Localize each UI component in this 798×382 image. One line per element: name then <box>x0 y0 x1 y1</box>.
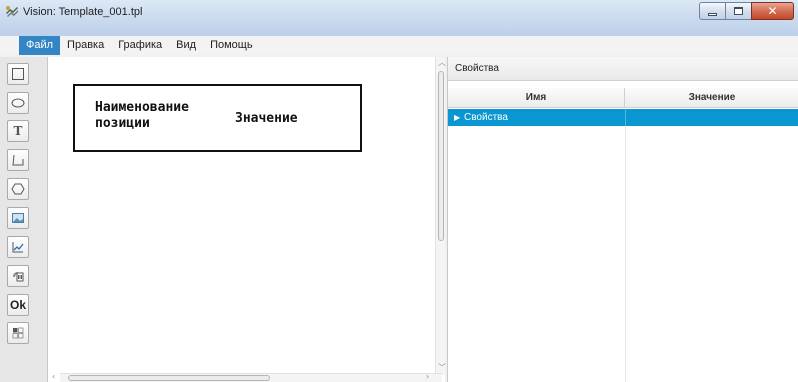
tool-strip: T Ok <box>0 57 47 382</box>
image-icon <box>12 213 24 223</box>
properties-panel: Свойства Имя Значение ▶ Свойства <box>447 57 798 382</box>
menu-bar: Файл Правка Графика Вид Помощь <box>0 36 798 55</box>
close-icon: ✕ <box>767 4 778 18</box>
vertical-scrollbar[interactable]: ︿ ﹀ <box>435 57 446 375</box>
horizontal-scroll-thumb[interactable] <box>68 375 270 381</box>
scroll-right-icon[interactable]: › <box>426 372 429 381</box>
chart-tool[interactable] <box>7 236 29 258</box>
menu-edit[interactable]: Правка <box>60 36 111 55</box>
row-column-separator <box>625 109 626 126</box>
rectangle-tool[interactable] <box>7 63 29 85</box>
column-name-header[interactable]: Имя <box>448 88 625 108</box>
minimize-icon <box>708 12 717 16</box>
properties-title: Свойства <box>448 57 798 81</box>
design-canvas[interactable]: Наименование позиции Значение ︿ ﹀ ‹ › <box>47 57 446 382</box>
column-value-header[interactable]: Значение <box>625 88 798 108</box>
scroll-left-icon[interactable]: ‹ <box>52 372 55 381</box>
vertical-scroll-thumb[interactable] <box>438 71 444 241</box>
barcode-icon <box>13 272 24 282</box>
menu-file[interactable]: Файл <box>19 36 61 55</box>
menu-graphics[interactable]: Графика <box>111 36 169 55</box>
close-button[interactable]: ✕ <box>751 2 794 20</box>
horizontal-scrollbar[interactable]: ‹ › <box>52 372 442 382</box>
ok-button-tool[interactable]: Ok <box>7 294 29 316</box>
ellipse-tool[interactable] <box>7 92 29 114</box>
app-logo-icon <box>4 4 20 20</box>
grid-tool[interactable] <box>7 322 29 344</box>
text-tool[interactable]: T <box>7 120 29 142</box>
item-name-label: Наименование позиции <box>95 100 189 131</box>
polyline-tool[interactable] <box>7 149 29 171</box>
polyline-icon <box>12 154 24 166</box>
window-title: Vision: Template_001.tpl <box>23 6 143 18</box>
scroll-up-icon[interactable]: ︿ <box>438 57 446 68</box>
polygon-tool[interactable] <box>7 178 29 200</box>
image-tool[interactable] <box>7 207 29 229</box>
maximize-button[interactable] <box>725 2 751 20</box>
expand-arrow-icon[interactable]: ▶ <box>454 109 460 126</box>
property-row-selected[interactable]: ▶ Свойства <box>448 109 798 126</box>
chart-icon <box>12 242 24 253</box>
menu-view[interactable]: Вид <box>169 36 203 55</box>
rectangle-icon <box>12 68 24 80</box>
grid-icon <box>12 327 24 339</box>
value-label: Значение <box>235 111 298 126</box>
hexagon-icon <box>11 183 25 195</box>
title-bar: Vision: Template_001.tpl ✕ <box>0 0 798 36</box>
property-name: Свойства <box>464 112 508 123</box>
barcode-tool[interactable] <box>7 265 29 287</box>
menu-help[interactable]: Помощь <box>203 36 260 55</box>
maximize-icon <box>734 7 743 15</box>
ellipse-icon <box>11 98 25 108</box>
scroll-down-icon[interactable]: ﹀ <box>438 362 446 373</box>
template-element[interactable]: Наименование позиции Значение <box>73 84 362 152</box>
minimize-button[interactable] <box>699 2 725 20</box>
ok-icon: Ok <box>9 298 26 312</box>
text-icon: T <box>13 124 23 138</box>
column-divider <box>625 108 626 382</box>
